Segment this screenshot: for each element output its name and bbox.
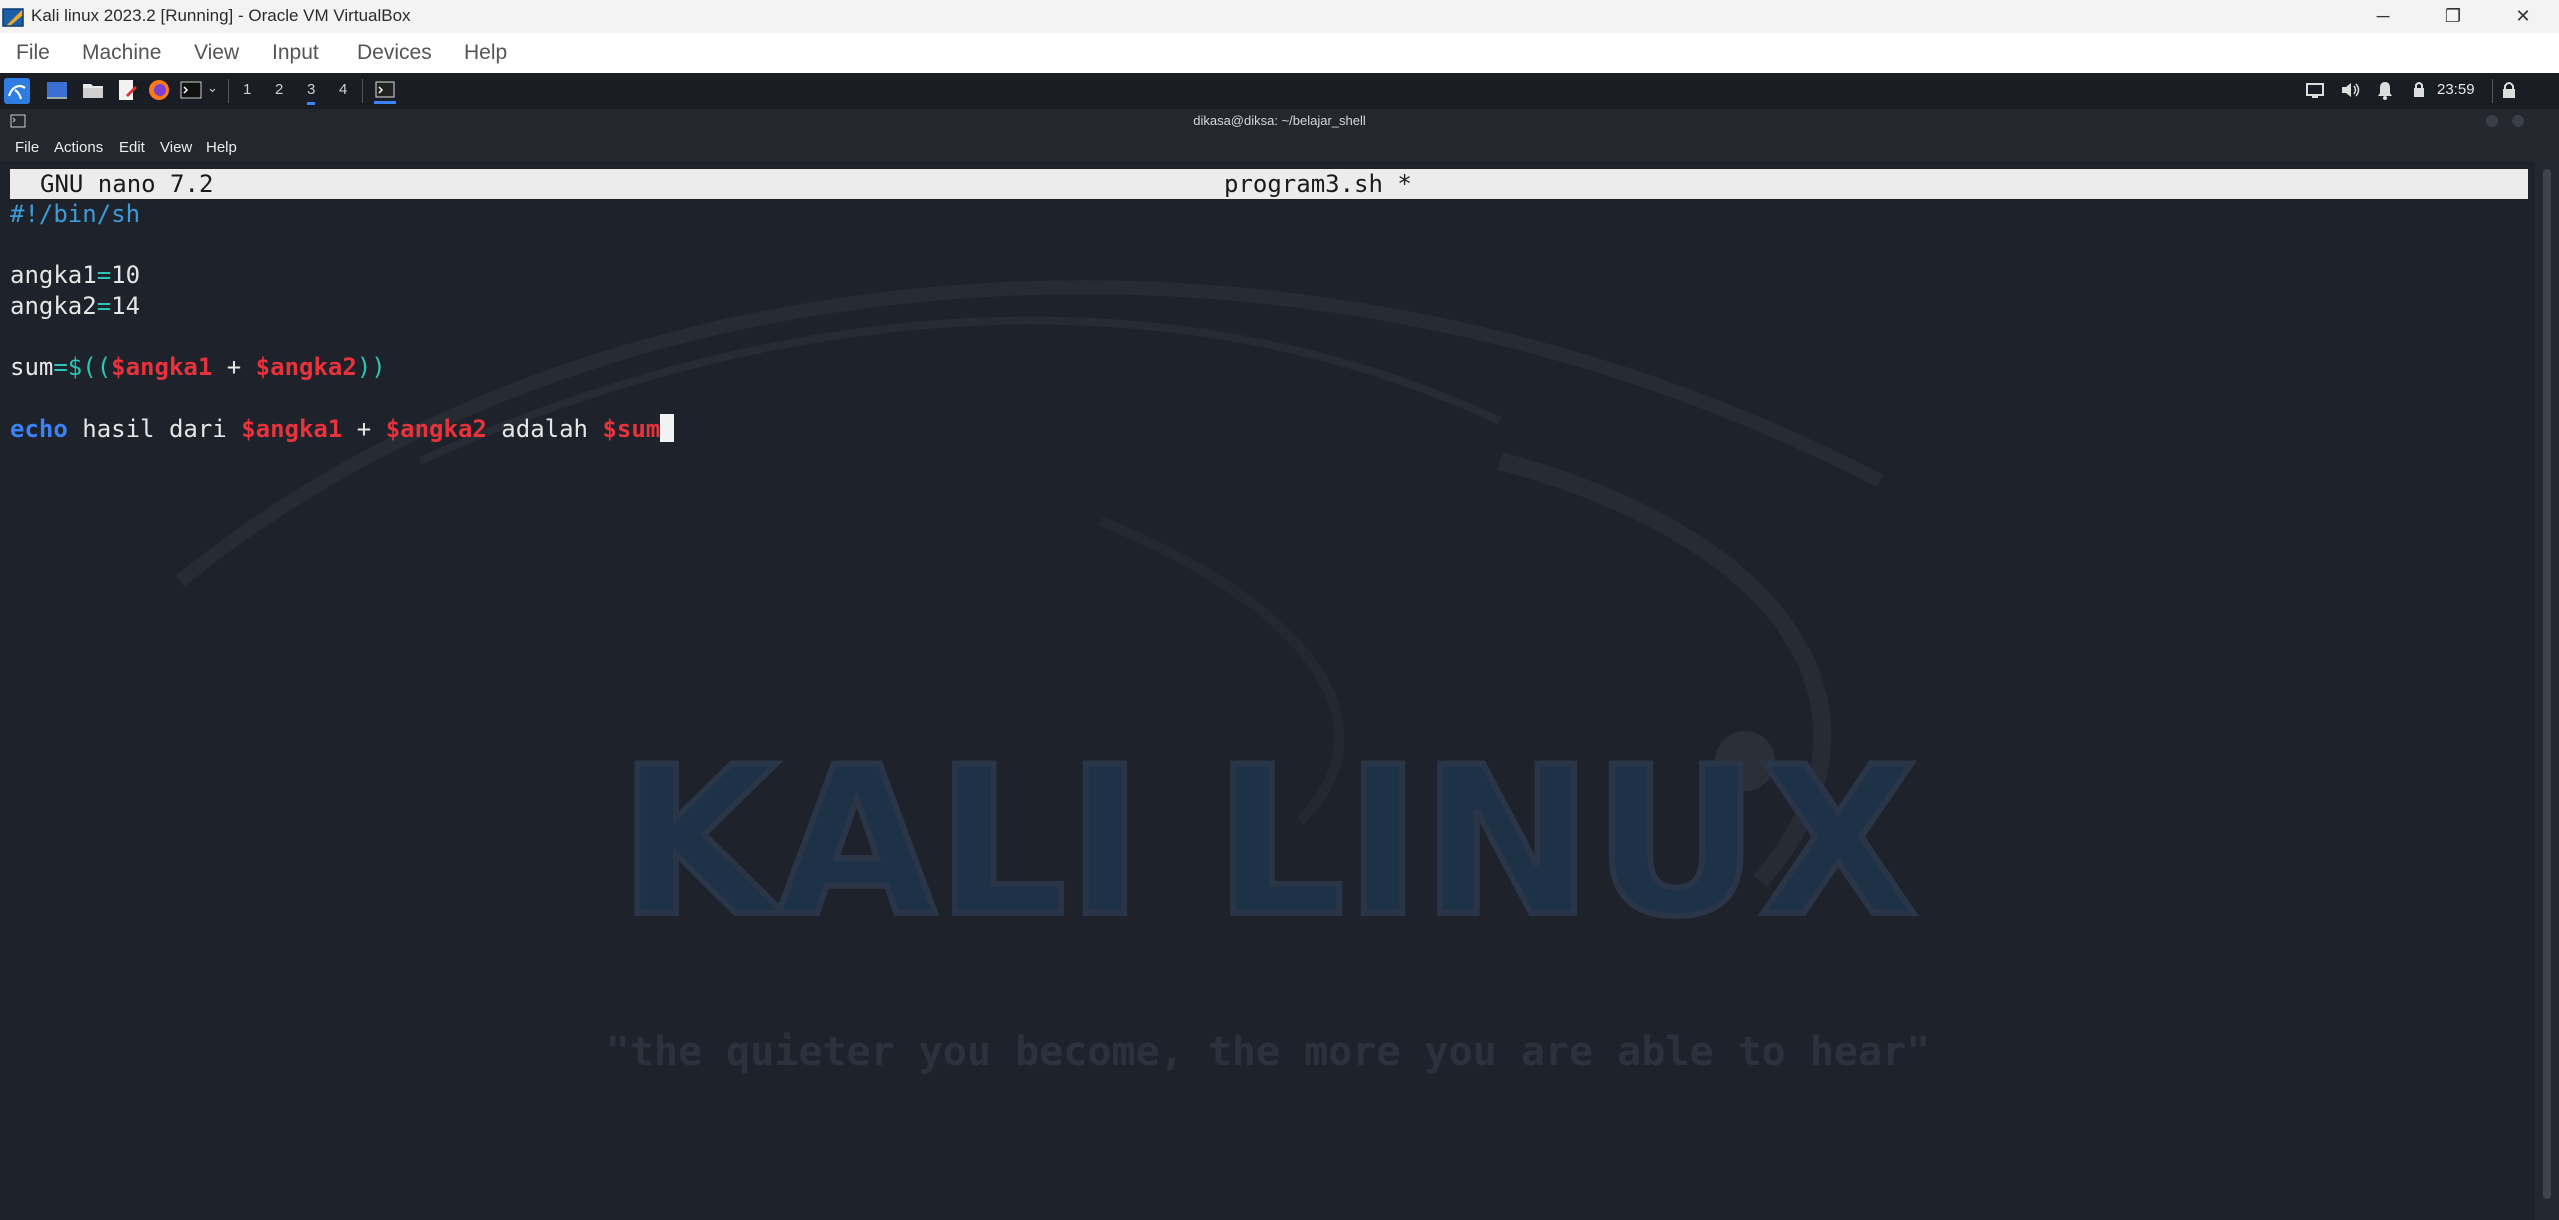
- terminal-menu-file[interactable]: File: [15, 139, 39, 156]
- panel-separator: [2492, 79, 2493, 103]
- code-token: $angka2: [255, 353, 357, 381]
- code-token: $angka2: [385, 415, 487, 443]
- terminal-menu-edit[interactable]: Edit: [119, 139, 145, 156]
- text-cursor: [660, 414, 675, 442]
- workspace-4[interactable]: 4: [339, 81, 347, 98]
- code-line-8: echo hasil dari $angka1 + $angka2 adalah…: [10, 414, 675, 444]
- close-icon: ✕: [2515, 6, 2531, 26]
- chevron-down-icon[interactable]: ⌄: [207, 80, 218, 96]
- host-titlebar: Kali linux 2023.2 [Running] - Oracle VM …: [0, 0, 2559, 33]
- notification-bell-icon[interactable]: [2374, 79, 2396, 101]
- code-token: )): [356, 353, 386, 381]
- code-line-4: angka2=14: [10, 291, 140, 321]
- workspace-2[interactable]: 2: [275, 81, 283, 98]
- taskbar-terminal-window-icon[interactable]: [374, 79, 396, 104]
- code-line-1: #!/bin/sh: [10, 199, 140, 229]
- nano-filename: program3.sh *: [1224, 170, 1412, 198]
- code-token: +: [212, 353, 256, 381]
- code-token: =: [96, 292, 112, 320]
- terminal-menu-actions[interactable]: Actions: [54, 139, 103, 156]
- code-token: +: [342, 415, 386, 443]
- vbox-menu-devices[interactable]: Devices: [357, 41, 432, 65]
- restore-button[interactable]: ❐: [2418, 0, 2488, 33]
- vbox-menu-input[interactable]: Input: [272, 41, 319, 65]
- code-token: hasil dari: [67, 415, 242, 443]
- workspace-1[interactable]: 1: [243, 81, 251, 98]
- volume-icon[interactable]: [2339, 79, 2361, 101]
- terminal-content[interactable]: KALI LINUX "the quieter you become, the …: [0, 161, 2535, 1220]
- terminal-maximize-button[interactable]: [2486, 115, 2498, 127]
- terminal-titlebar[interactable]: dikasa@diksa: ~/belajar_shell: [0, 109, 2559, 133]
- code-token: =: [96, 261, 112, 289]
- firefox-icon[interactable]: [148, 79, 170, 101]
- wallpaper-title: KALI LINUX: [619, 724, 1918, 962]
- nano-header-bar: GNU nano 7.2 program3.sh *: [10, 169, 2528, 199]
- terminal-close-button[interactable]: [2512, 115, 2524, 127]
- code-token: angka1: [10, 261, 97, 289]
- display-icon[interactable]: [2304, 79, 2326, 101]
- code-token: angka2: [10, 292, 97, 320]
- xfce-top-panel: ⌄ 1 2 3 4 23:59: [0, 73, 2559, 109]
- vbox-menu-view[interactable]: View: [194, 41, 239, 65]
- code-token: $sum: [602, 415, 661, 443]
- terminal-title: dikasa@diksa: ~/belajar_shell: [1193, 113, 1366, 128]
- kali-wallpaper-watermark: KALI LINUX "the quieter you become, the …: [175, 280, 1931, 1075]
- host-window-title: Kali linux 2023.2 [Running] - Oracle VM …: [31, 6, 411, 25]
- code-line-3: angka1=10: [10, 260, 140, 290]
- panel-clock[interactable]: 23:59: [2437, 81, 2475, 98]
- terminal-scrollbar[interactable]: [2535, 161, 2559, 1220]
- code-token: sum: [10, 353, 54, 381]
- nano-version: GNU nano 7.2: [40, 170, 214, 198]
- terminal-launcher-icon[interactable]: [180, 79, 202, 101]
- code-token: adalah: [486, 415, 603, 443]
- scrollbar-thumb[interactable]: [2543, 169, 2551, 1199]
- code-token: $angka1: [241, 415, 343, 443]
- code-token: echo: [10, 415, 68, 443]
- workspace-3[interactable]: 3: [307, 81, 316, 105]
- terminal-menu-view[interactable]: View: [160, 139, 192, 156]
- code-token: $angka1: [111, 353, 213, 381]
- code-shebang: #!/bin/sh: [10, 200, 141, 228]
- restore-icon: ❐: [2444, 6, 2462, 26]
- kali-menu-icon[interactable]: [4, 78, 30, 104]
- guest-screen: ⌄ 1 2 3 4 23:59 dikasa@diksa: ~/belajar_…: [0, 73, 2559, 1220]
- vbox-menu-help[interactable]: Help: [464, 41, 507, 65]
- close-button[interactable]: ✕: [2488, 0, 2558, 33]
- minimize-button[interactable]: ─: [2348, 0, 2418, 33]
- panel-separator: [362, 79, 363, 103]
- terminal-menubar: File Actions Edit View Help: [0, 133, 2559, 161]
- text-editor-icon[interactable]: [116, 79, 138, 101]
- lock-screen-icon[interactable]: [2498, 79, 2520, 101]
- code-token: =$((: [53, 353, 112, 381]
- battery-lock-icon[interactable]: [2408, 79, 2430, 101]
- wallpaper-tagline: "the quieter you become, the more you ar…: [606, 1029, 1931, 1075]
- virtualbox-logo-icon: [2, 8, 24, 27]
- vbox-menu-machine[interactable]: Machine: [82, 41, 161, 65]
- panel-separator: [228, 79, 229, 103]
- vbox-menu-file[interactable]: File: [16, 41, 50, 65]
- terminal-menu-help[interactable]: Help: [206, 139, 237, 156]
- vbox-menubar: File Machine View Input Devices Help: [0, 33, 2559, 73]
- file-manager-icon[interactable]: [82, 79, 104, 101]
- code-line-6: sum=$(($angka1 + $angka2)): [10, 352, 386, 382]
- code-token: 14: [111, 292, 141, 320]
- terminal-window-icon: [10, 114, 26, 128]
- minimize-icon: ─: [2376, 6, 2390, 26]
- show-desktop-icon[interactable]: [46, 79, 68, 101]
- code-token: 10: [111, 261, 141, 289]
